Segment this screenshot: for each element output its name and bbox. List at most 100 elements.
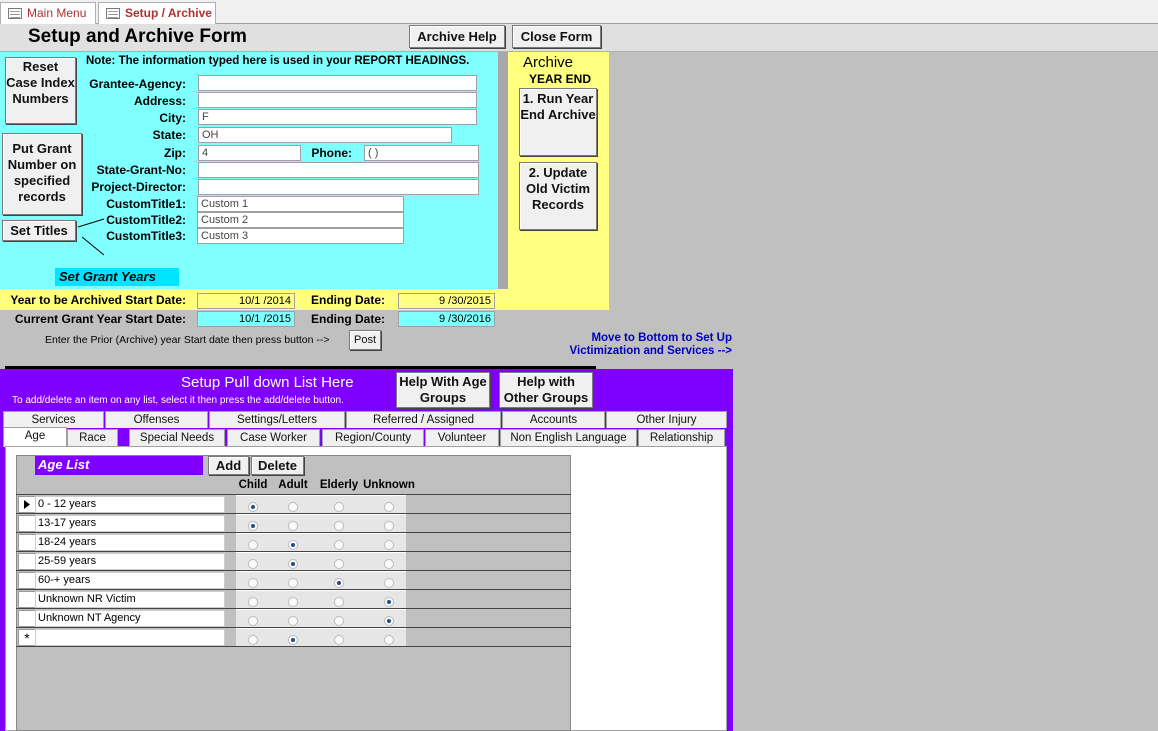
age-group-radio[interactable] bbox=[248, 502, 258, 512]
tab-referred-assigned[interactable]: Referred / Assigned bbox=[346, 411, 501, 428]
field-label: CustomTitle2: bbox=[106, 213, 186, 227]
archive-help-button[interactable]: Archive Help bbox=[409, 25, 505, 48]
age-range-field[interactable]: 25-59 years bbox=[35, 553, 225, 570]
tab-non-english-language[interactable]: Non English Language bbox=[500, 429, 637, 446]
age-group-radio[interactable] bbox=[384, 616, 394, 626]
age-group-radio[interactable] bbox=[384, 540, 394, 550]
age-group-radio[interactable] bbox=[334, 635, 344, 645]
row-divider bbox=[16, 494, 571, 495]
record-selector[interactable] bbox=[18, 591, 36, 608]
age-group-radio[interactable] bbox=[248, 597, 258, 607]
record-selector[interactable] bbox=[18, 610, 36, 627]
age-group-radio[interactable] bbox=[334, 559, 344, 569]
age-group-radio[interactable] bbox=[248, 540, 258, 550]
row-divider bbox=[16, 646, 571, 647]
age-group-radio[interactable] bbox=[248, 521, 258, 531]
tab-special-needs[interactable]: Special Needs bbox=[129, 429, 225, 446]
record-selector[interactable] bbox=[18, 553, 36, 570]
age-list-title: Age List bbox=[35, 456, 203, 475]
current-record-icon[interactable] bbox=[18, 496, 36, 513]
tab-race[interactable]: Race bbox=[67, 429, 118, 446]
record-selector[interactable] bbox=[18, 515, 36, 532]
age-group-radio[interactable] bbox=[288, 597, 298, 607]
close-form-button[interactable]: Close Form bbox=[512, 25, 601, 48]
age-group-radio[interactable] bbox=[248, 578, 258, 588]
current-end-date-field[interactable]: 9 /30/2016 bbox=[398, 311, 495, 327]
age-range-field[interactable]: Unknown NT Agency bbox=[35, 610, 225, 627]
field-input[interactable] bbox=[198, 179, 479, 195]
tab-main-menu[interactable]: Main Menu bbox=[0, 2, 96, 24]
column-header-unknown: Unknown bbox=[363, 479, 415, 491]
age-group-radio[interactable] bbox=[334, 502, 344, 512]
age-group-radio[interactable] bbox=[384, 578, 394, 588]
age-group-radio[interactable] bbox=[248, 635, 258, 645]
field-input[interactable]: OH bbox=[198, 127, 452, 143]
field-label: CustomTitle1: bbox=[106, 197, 186, 211]
field-input[interactable] bbox=[198, 75, 477, 91]
archive-end-date-field[interactable]: 9 /30/2015 bbox=[398, 293, 495, 309]
age-range-field[interactable]: 0 - 12 years bbox=[35, 496, 225, 513]
archive-start-date-field[interactable]: 10/1 /2014 bbox=[197, 293, 295, 309]
age-group-radio[interactable] bbox=[384, 502, 394, 512]
archive-title: Archive bbox=[523, 54, 574, 71]
age-range-field[interactable]: 60-+ years bbox=[35, 572, 225, 589]
radio-group-bg bbox=[236, 628, 406, 647]
age-group-radio[interactable] bbox=[334, 521, 344, 531]
field-input[interactable]: Custom 1 bbox=[197, 196, 404, 212]
age-range-field[interactable]: Unknown NR Victim bbox=[35, 591, 225, 608]
record-selector[interactable] bbox=[18, 572, 36, 589]
tab-age[interactable]: Age bbox=[3, 427, 67, 447]
age-range-field[interactable] bbox=[35, 629, 225, 646]
age-group-radio[interactable] bbox=[334, 578, 344, 588]
age-group-radio[interactable] bbox=[384, 597, 394, 607]
field-label: State-Grant-No: bbox=[96, 163, 186, 177]
age-group-radio[interactable] bbox=[334, 597, 344, 607]
tab-setup-archive[interactable]: Setup / Archive bbox=[98, 2, 216, 25]
tab-case-worker[interactable]: Case Worker bbox=[227, 429, 320, 446]
tab-other-injury[interactable]: Other Injury bbox=[606, 411, 727, 428]
age-group-radio[interactable] bbox=[384, 559, 394, 569]
age-group-radio[interactable] bbox=[288, 635, 298, 645]
age-group-radio[interactable] bbox=[334, 540, 344, 550]
delete-button[interactable]: Delete bbox=[251, 456, 304, 475]
help-age-groups-button[interactable]: Help With Age Groups bbox=[396, 372, 490, 408]
tab-settings-letters[interactable]: Settings/Letters bbox=[209, 411, 345, 428]
age-group-radio[interactable] bbox=[288, 616, 298, 626]
add-button[interactable]: Add bbox=[208, 456, 249, 475]
set-grant-years-label: Set Grant Years bbox=[55, 268, 179, 286]
age-group-radio[interactable] bbox=[288, 521, 298, 531]
age-group-radio[interactable] bbox=[384, 521, 394, 531]
age-range-field[interactable]: 13-17 years bbox=[35, 515, 225, 532]
tab-volunteer[interactable]: Volunteer bbox=[425, 429, 499, 446]
age-group-radio[interactable] bbox=[334, 616, 344, 626]
current-start-label: Current Grant Year Start Date: bbox=[14, 312, 186, 326]
field-input[interactable] bbox=[198, 92, 477, 108]
post-button[interactable]: Post bbox=[349, 330, 381, 350]
help-other-groups-button[interactable]: Help with Other Groups bbox=[499, 372, 593, 408]
move-to-bottom-note: Move to Bottom to Set Up Victimization a… bbox=[569, 332, 732, 357]
archive-end-label: Ending Date: bbox=[311, 293, 385, 307]
tab-accounts[interactable]: Accounts bbox=[502, 411, 605, 428]
age-group-radio[interactable] bbox=[248, 559, 258, 569]
run-year-end-archive-button[interactable]: 1. Run Year End Archive bbox=[519, 88, 597, 156]
age-group-radio[interactable] bbox=[248, 616, 258, 626]
field-input[interactable]: Custom 2 bbox=[197, 212, 404, 228]
field-input[interactable]: ( ) bbox=[364, 145, 479, 161]
tab-services[interactable]: Services bbox=[3, 411, 104, 428]
update-old-victim-records-button[interactable]: 2. Update Old Victim Records bbox=[519, 162, 597, 230]
age-group-radio[interactable] bbox=[384, 635, 394, 645]
record-selector[interactable] bbox=[18, 534, 36, 551]
tab-relationship[interactable]: Relationship bbox=[638, 429, 725, 446]
age-group-radio[interactable] bbox=[288, 578, 298, 588]
field-input[interactable] bbox=[198, 162, 479, 178]
age-group-radio[interactable] bbox=[288, 559, 298, 569]
age-range-field[interactable]: 18-24 years bbox=[35, 534, 225, 551]
tab-offenses[interactable]: Offenses bbox=[105, 411, 208, 428]
age-group-radio[interactable] bbox=[288, 540, 298, 550]
current-start-date-field[interactable]: 10/1 /2015 bbox=[197, 311, 295, 327]
new-record-icon[interactable]: * bbox=[18, 629, 36, 646]
age-group-radio[interactable] bbox=[288, 502, 298, 512]
tab-region-county[interactable]: Region/County bbox=[322, 429, 424, 446]
field-input[interactable]: Custom 3 bbox=[197, 228, 404, 244]
field-input[interactable]: F bbox=[198, 109, 477, 125]
